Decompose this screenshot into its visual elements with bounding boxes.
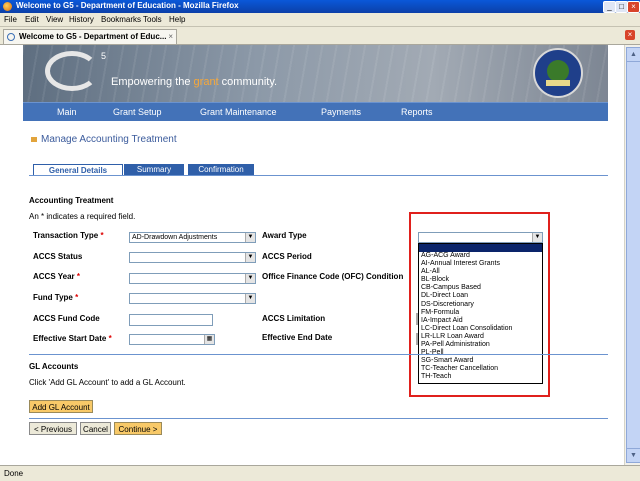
department-seal-icon [533, 48, 583, 98]
chevron-down-icon: ▼ [245, 294, 255, 303]
effective-start-date-label: Effective Start Date * [33, 334, 112, 343]
banner-tagline: Empowering the grant community. [111, 76, 278, 88]
fund-type-label: Fund Type * [33, 293, 79, 302]
gl-accounts-title: GL Accounts [29, 362, 79, 371]
nav-reports[interactable]: Reports [401, 107, 433, 117]
menu-file[interactable]: File [4, 15, 17, 24]
nav-payments[interactable]: Payments [321, 107, 361, 117]
add-gl-account-button[interactable]: Add GL Account [29, 400, 93, 413]
nav-main[interactable]: Main [57, 107, 77, 117]
firefox-icon [3, 2, 12, 11]
nav-grant-setup[interactable]: Grant Setup [113, 107, 162, 117]
continue-button[interactable]: Continue > [114, 422, 162, 435]
chevron-down-icon: ▼ [245, 274, 255, 283]
gl-accounts-hint: Click 'Add GL Account' to add a GL Accou… [29, 378, 186, 387]
accs-fund-code-input[interactable] [129, 314, 213, 326]
vertical-scrollbar[interactable]: ▲ ▼ [624, 45, 640, 465]
section-divider [29, 354, 608, 355]
chevron-down-icon: ▼ [245, 233, 255, 242]
accs-status-select[interactable]: ▼ [129, 252, 256, 263]
menu-help[interactable]: Help [169, 15, 185, 24]
main-nav: Main Grant Setup Grant Maintenance Payme… [23, 102, 608, 121]
scroll-up-icon[interactable]: ▲ [626, 47, 640, 62]
accs-year-label: ACCS Year * [33, 272, 81, 281]
close-button[interactable]: × [627, 1, 640, 13]
transaction-type-label: Transaction Type * [33, 231, 104, 240]
tab-confirmation[interactable]: Confirmation [188, 164, 254, 175]
menu-tools[interactable]: Tools [143, 15, 162, 24]
accs-period-label: ACCS Period [262, 252, 312, 261]
close-tab-button[interactable]: × [625, 30, 635, 40]
g5-logo-icon [45, 51, 99, 91]
menu-history[interactable]: History [69, 15, 94, 24]
page-title-icon [31, 137, 37, 142]
menu-view[interactable]: View [46, 15, 63, 24]
section-title: Accounting Treatment [29, 196, 114, 205]
scroll-down-icon[interactable]: ▼ [626, 448, 640, 463]
calendar-icon[interactable]: ▦ [204, 335, 214, 344]
accs-status-label: ACCS Status [33, 252, 83, 261]
g5-logo-number: 5 [101, 51, 107, 61]
highlight-annotation [409, 212, 550, 397]
browser-tab[interactable]: Welcome to G5 - Department of Educ... × [3, 29, 177, 44]
cancel-button[interactable]: Cancel [80, 422, 111, 435]
effective-start-date-input[interactable]: ▦ [129, 334, 215, 345]
accs-limitation-label: ACCS Limitation [262, 314, 326, 323]
required-note: An * indicates a required field. [29, 212, 136, 221]
section-divider [29, 418, 608, 419]
browser-tab-bar: Welcome to G5 - Department of Educ... × … [0, 27, 640, 45]
menu-bar: File Edit View History Bookmarks Tools H… [0, 13, 640, 27]
status-text: Done [4, 469, 24, 478]
previous-button[interactable]: < Previous [29, 422, 77, 435]
tab-summary[interactable]: Summary [124, 164, 184, 175]
accs-fund-code-label: ACCS Fund Code [33, 314, 100, 323]
tab-close-icon[interactable]: × [168, 32, 173, 41]
tab-underline [29, 175, 608, 176]
nav-grant-maintenance[interactable]: Grant Maintenance [200, 107, 277, 117]
browser-tab-label: Welcome to G5 - Department of Educ... [19, 32, 167, 41]
transaction-type-select[interactable]: AD-Drawdown Adjustments ▼ [129, 232, 256, 243]
scroll-thumb[interactable] [626, 61, 640, 453]
award-type-label: Award Type [262, 231, 307, 240]
page-icon [7, 33, 15, 41]
window-title-bar: Welcome to G5 - Department of Education … [0, 0, 640, 13]
effective-end-date-label: Effective End Date [262, 333, 333, 342]
window-title: Welcome to G5 - Department of Education … [16, 1, 239, 10]
status-bar: Done [0, 465, 640, 481]
chevron-down-icon: ▼ [245, 253, 255, 262]
page-title: Manage Accounting Treatment [41, 134, 177, 145]
fund-type-select[interactable]: ▼ [129, 293, 256, 304]
ofc-condition-label: Office Finance Code (OFC) Condition [262, 272, 404, 281]
accs-year-select[interactable]: ▼ [129, 273, 256, 284]
menu-bookmarks[interactable]: Bookmarks [101, 15, 141, 24]
menu-edit[interactable]: Edit [25, 15, 39, 24]
site-banner: 5 Empowering the grant community. [23, 45, 608, 102]
